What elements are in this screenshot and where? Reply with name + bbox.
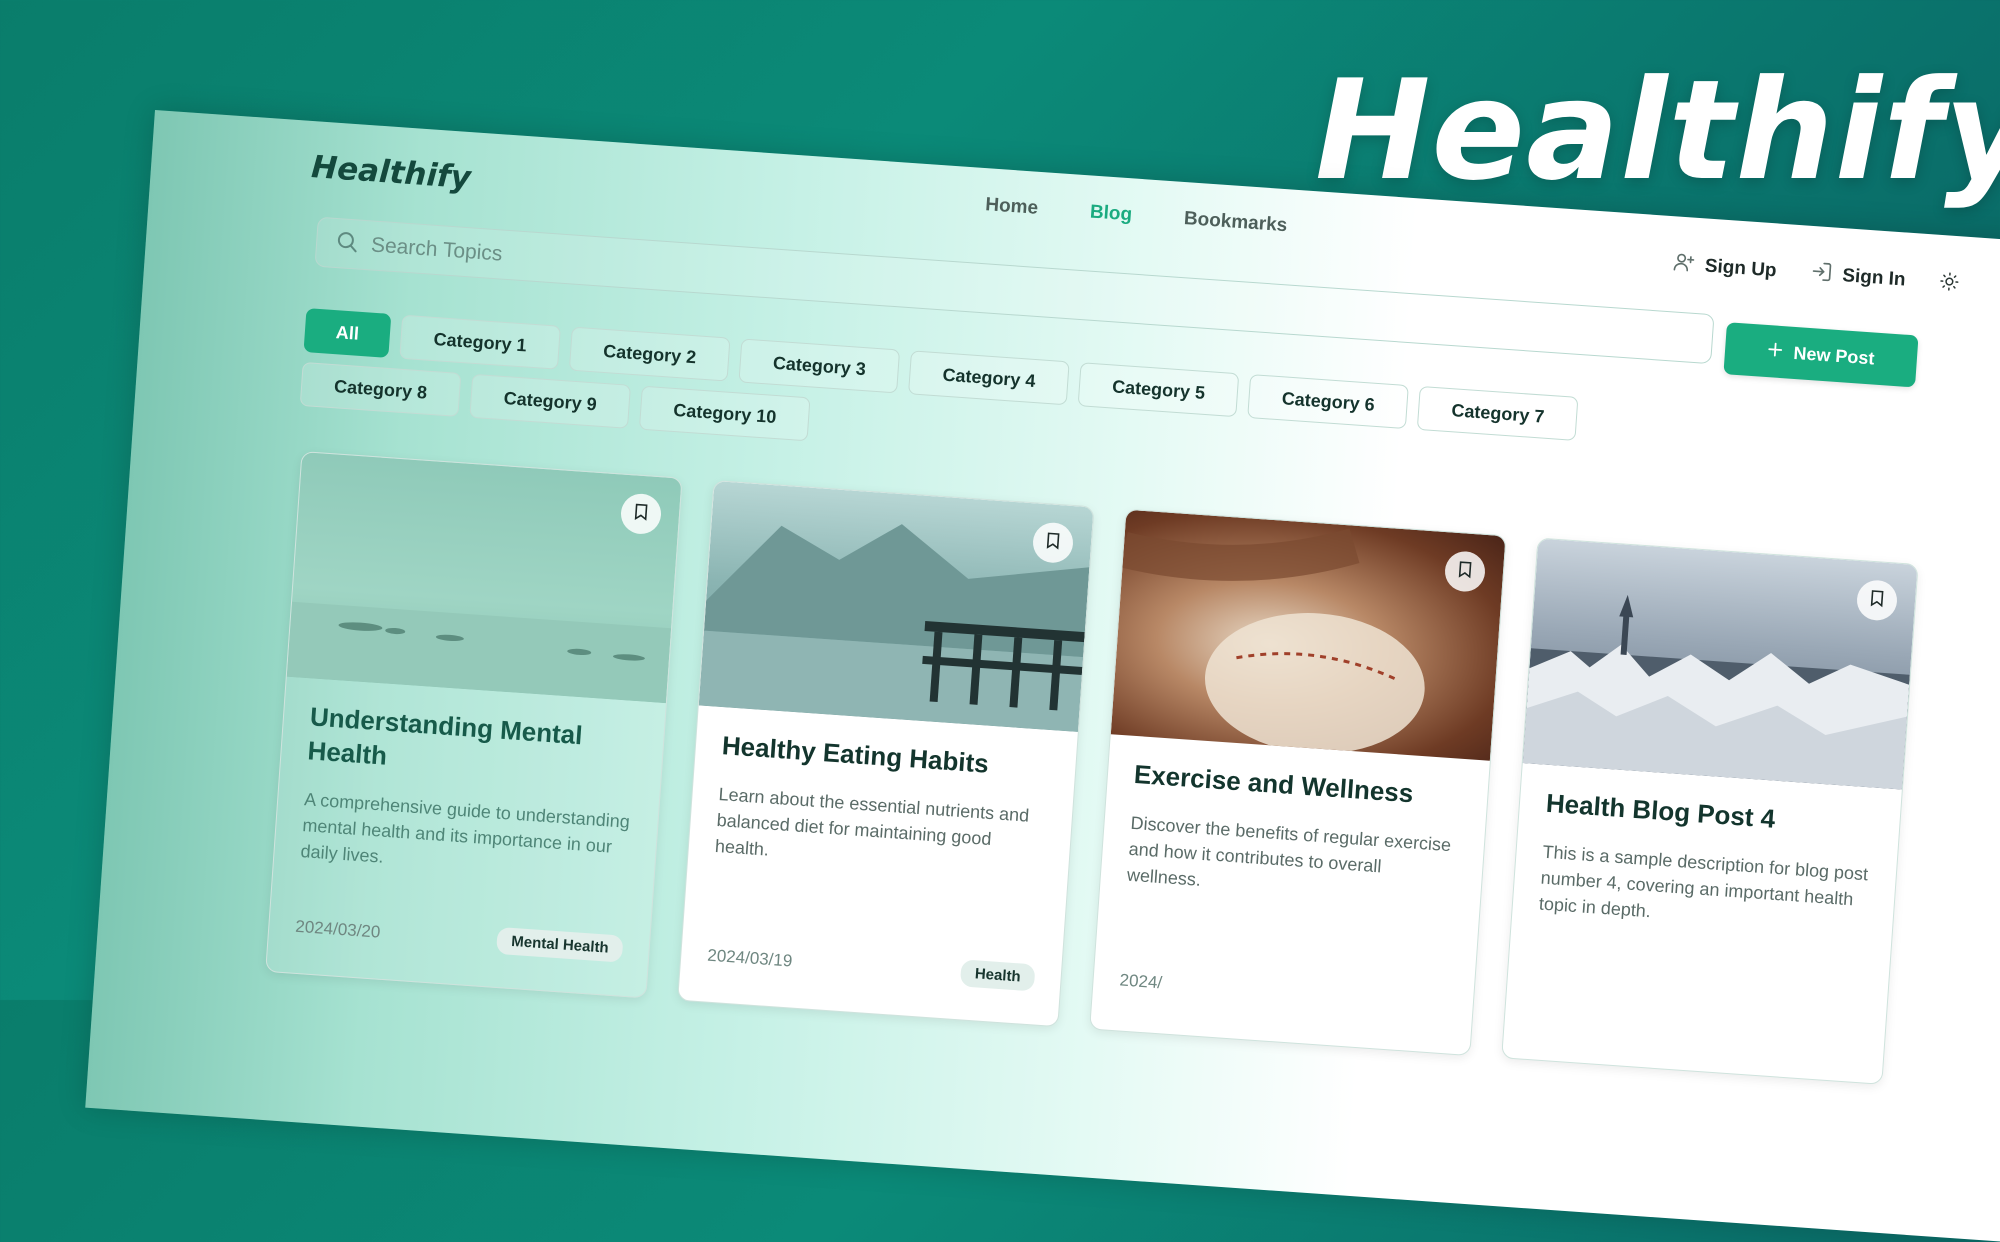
category-chip-5[interactable]: Category 5 xyxy=(1077,362,1240,418)
app-screenshot: Healthify Home Blog Bookmarks Sign Up Si… xyxy=(85,110,2000,1242)
category-chip-8[interactable]: Category 8 xyxy=(299,361,462,417)
auth-actions: Sign Up Sign In xyxy=(1672,250,1960,298)
post-title[interactable]: Healthy Eating Habits xyxy=(721,729,1051,786)
glove-illustration xyxy=(1119,528,1425,754)
post-title[interactable]: Health Blog Post 4 xyxy=(1545,787,1875,844)
pier-illustration xyxy=(698,524,1090,732)
category-chip-3[interactable]: Category 3 xyxy=(738,338,901,394)
post-image-baseball xyxy=(1110,509,1506,761)
sign-up-button[interactable]: Sign Up xyxy=(1672,250,1777,285)
post-tag[interactable]: Mental Health xyxy=(496,926,624,963)
category-chip-1[interactable]: Category 1 xyxy=(399,314,561,370)
city-illustration xyxy=(1522,594,1910,790)
post-date: 2024/03/19 xyxy=(706,945,793,971)
post-title[interactable]: Understanding Mental Health xyxy=(306,700,638,790)
new-post-label: New Post xyxy=(1792,342,1876,369)
post-description: Discover the benefits of regular exercis… xyxy=(1126,812,1452,890)
post-image-pier xyxy=(698,480,1094,732)
post-card[interactable]: Understanding Mental Health A comprehens… xyxy=(265,451,683,999)
search-placeholder: Search Topics xyxy=(370,233,504,266)
category-chip-2[interactable]: Category 2 xyxy=(568,326,731,382)
category-chip-4[interactable]: Category 4 xyxy=(908,350,1070,406)
post-description: Learn about the essential nutrients and … xyxy=(714,783,1030,860)
app-logo[interactable]: Healthify xyxy=(310,149,472,196)
sign-in-button[interactable]: Sign In xyxy=(1809,260,1906,295)
bookmark-icon xyxy=(1867,588,1887,612)
post-card[interactable]: Health Blog Post 4 This is a sample desc… xyxy=(1501,537,1919,1085)
category-chip-all[interactable]: All xyxy=(303,308,392,358)
sign-up-label: Sign Up xyxy=(1704,255,1778,282)
sign-in-icon xyxy=(1809,260,1833,289)
search-icon xyxy=(334,228,360,259)
app-panel: Healthify Home Blog Bookmarks Sign Up Si… xyxy=(85,110,2000,1242)
plus-icon xyxy=(1767,341,1784,363)
post-description: This is a sample description for blog po… xyxy=(1538,841,1869,922)
category-chip-7[interactable]: Category 7 xyxy=(1417,385,1579,441)
category-chip-10[interactable]: Category 10 xyxy=(638,385,811,442)
theme-toggle-button[interactable] xyxy=(1939,270,1961,296)
category-chip-9[interactable]: Category 9 xyxy=(469,373,632,429)
nav-bookmarks[interactable]: Bookmarks xyxy=(1183,208,1288,237)
bookmark-icon xyxy=(1043,531,1063,555)
sign-in-label: Sign In xyxy=(1841,265,1907,291)
main-nav: Home Blog Bookmarks xyxy=(985,194,1288,237)
post-title[interactable]: Exercise and Wellness xyxy=(1133,758,1463,815)
post-image-city xyxy=(1522,538,1918,790)
post-card[interactable]: Exercise and Wellness Discover the benef… xyxy=(1089,508,1507,1057)
post-card[interactable]: Healthy Eating Habits Learn about the es… xyxy=(677,479,1095,1028)
bookmark-icon xyxy=(1455,559,1475,583)
category-chip-6[interactable]: Category 6 xyxy=(1247,374,1410,430)
post-grid: Understanding Mental Health A comprehens… xyxy=(265,451,1919,1085)
bookmark-icon xyxy=(631,502,651,526)
post-date: 2024/ xyxy=(1119,970,1163,993)
post-image-lake xyxy=(286,452,682,704)
post-tag[interactable]: Health xyxy=(959,959,1036,992)
boats-illustration xyxy=(286,601,672,704)
new-post-button[interactable]: New Post xyxy=(1723,322,1919,388)
nav-blog[interactable]: Blog xyxy=(1089,201,1133,226)
sun-icon xyxy=(1939,272,1960,295)
hero-title: Healthify xyxy=(1315,50,2000,211)
user-plus-icon xyxy=(1672,250,1696,279)
nav-home[interactable]: Home xyxy=(985,194,1039,220)
post-date: 2024/03/20 xyxy=(294,916,381,942)
post-description: A comprehensive guide to understanding m… xyxy=(299,788,631,867)
